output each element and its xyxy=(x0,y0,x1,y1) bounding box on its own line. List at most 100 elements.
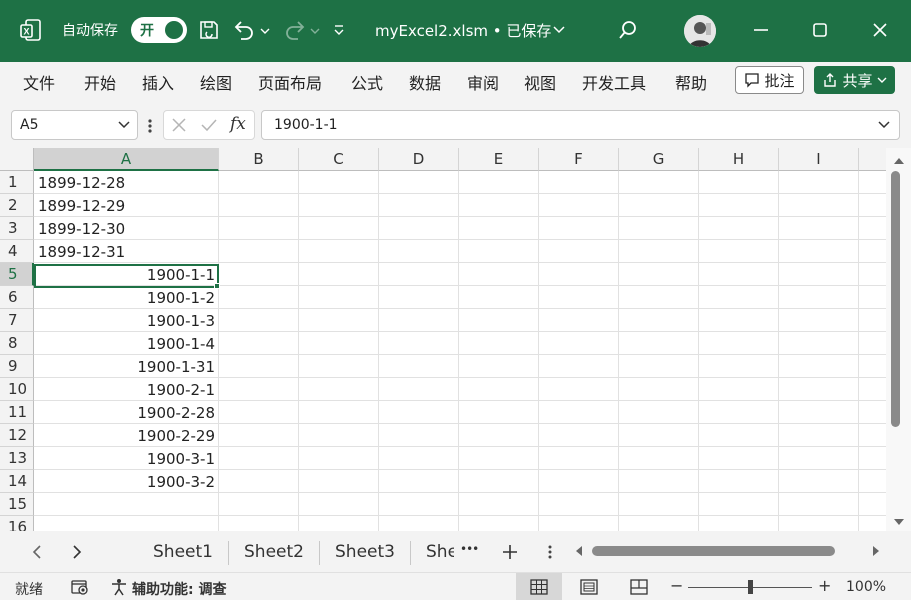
name-box[interactable]: A5 xyxy=(11,110,138,140)
row-header[interactable]: 14 xyxy=(0,470,34,493)
sheet-options-icon[interactable] xyxy=(547,544,553,560)
column-header-g[interactable]: G xyxy=(619,148,699,171)
tab-data[interactable]: 数据 xyxy=(409,70,441,94)
tab-page-layout[interactable]: 页面布局 xyxy=(258,70,322,94)
tab-view[interactable]: 视图 xyxy=(524,70,556,94)
cell-a8[interactable]: 1900-1-4 xyxy=(35,333,218,355)
scroll-right-icon[interactable] xyxy=(872,546,880,556)
row-header[interactable]: 12 xyxy=(0,424,34,447)
undo-icon[interactable] xyxy=(232,19,270,41)
customize-toolbar-icon[interactable] xyxy=(332,23,346,37)
page-layout-view-button[interactable] xyxy=(566,573,612,600)
macro-record-icon[interactable] xyxy=(71,578,89,596)
page-break-view-button[interactable] xyxy=(616,573,662,600)
tab-help[interactable]: 帮助 xyxy=(675,70,707,94)
column-header-j[interactable] xyxy=(859,148,886,171)
cancel-icon[interactable] xyxy=(171,117,187,133)
close-icon[interactable] xyxy=(869,19,891,41)
tab-file[interactable]: 文件 xyxy=(23,70,55,94)
row-header[interactable]: 16 xyxy=(0,516,34,531)
comments-button[interactable]: 批注 xyxy=(735,66,804,94)
accessibility-status[interactable]: 辅助功能: 调查 xyxy=(132,579,226,599)
tab-developer[interactable]: 开发工具 xyxy=(582,70,646,94)
column-header-e[interactable]: E xyxy=(459,148,539,171)
row-header[interactable]: 4 xyxy=(0,240,34,263)
maximize-icon[interactable] xyxy=(809,19,831,41)
active-cell-border[interactable] xyxy=(34,264,219,288)
excel-app-icon[interactable]: X xyxy=(20,19,42,43)
row-header[interactable]: 8 xyxy=(0,332,34,355)
sheet-tab-1[interactable]: Sheet1 xyxy=(153,542,213,562)
enter-icon[interactable] xyxy=(200,117,218,133)
cell-a7[interactable]: 1900-1-3 xyxy=(35,310,218,332)
tab-review[interactable]: 审阅 xyxy=(467,70,499,94)
cell-a6[interactable]: 1900-1-2 xyxy=(35,287,218,309)
search-icon[interactable] xyxy=(617,19,639,41)
horizontal-scroll-thumb[interactable] xyxy=(592,546,835,556)
zoom-out-button[interactable]: − xyxy=(670,576,683,595)
sheet-tab-3[interactable]: Sheet3 xyxy=(335,542,395,562)
sheet-tab-4[interactable]: She xyxy=(426,542,454,562)
fill-handle[interactable] xyxy=(214,283,220,289)
formula-input[interactable]: 1900-1-1 xyxy=(261,110,900,140)
cell-a9[interactable]: 1900-1-31 xyxy=(35,356,218,378)
select-all-corner[interactable] xyxy=(0,148,34,171)
column-header-h[interactable]: H xyxy=(699,148,779,171)
cell-a15[interactable] xyxy=(35,494,218,516)
chevron-down-icon[interactable] xyxy=(553,25,565,35)
avatar[interactable] xyxy=(684,15,716,47)
cell-a4[interactable]: 1899-12-31 xyxy=(35,241,218,263)
cell-a12[interactable]: 1900-2-29 xyxy=(35,425,218,447)
worksheet-grid[interactable]: A B C D E F G H I 1 2 3 4 5 6 7 8 9 10 1… xyxy=(0,148,886,531)
row-header[interactable]: 11 xyxy=(0,401,34,424)
more-sheets-icon[interactable]: ••• xyxy=(460,542,479,556)
row-header[interactable]: 13 xyxy=(0,447,34,470)
column-header-b[interactable]: B xyxy=(219,148,299,171)
cell-a13[interactable]: 1900-3-1 xyxy=(35,448,218,470)
redo-icon[interactable] xyxy=(282,19,320,41)
column-header-i[interactable]: I xyxy=(779,148,859,171)
zoom-slider-handle[interactable] xyxy=(748,580,753,594)
column-header-d[interactable]: D xyxy=(379,148,459,171)
row-header[interactable]: 7 xyxy=(0,309,34,332)
tab-draw[interactable]: 绘图 xyxy=(200,70,232,94)
cell-a10[interactable]: 1900-2-1 xyxy=(35,379,218,401)
tab-formulas[interactable]: 公式 xyxy=(351,70,383,94)
share-button[interactable]: 共享 xyxy=(814,66,895,94)
column-header-f[interactable]: F xyxy=(539,148,619,171)
save-icon[interactable] xyxy=(198,19,220,41)
scroll-down-icon[interactable] xyxy=(894,518,904,526)
row-header[interactable]: 15 xyxy=(0,493,34,516)
sheet-tab-2[interactable]: Sheet2 xyxy=(244,542,304,562)
row-header[interactable]: 10 xyxy=(0,378,34,401)
cell-a2[interactable]: 1899-12-29 xyxy=(35,195,218,217)
minimize-icon[interactable] xyxy=(750,19,772,41)
row-header[interactable]: 5 xyxy=(0,263,34,286)
cell-a14[interactable]: 1900-3-2 xyxy=(35,471,218,493)
cell-a11[interactable]: 1900-2-28 xyxy=(35,402,218,424)
expand-formula-bar-icon[interactable] xyxy=(877,119,891,131)
previous-sheet-icon[interactable] xyxy=(32,545,42,559)
scroll-up-icon[interactable] xyxy=(894,157,904,165)
autosave-toggle[interactable]: 开 xyxy=(131,17,187,43)
row-header[interactable]: 1 xyxy=(0,171,34,194)
insert-function-icon[interactable]: fx xyxy=(230,114,246,134)
normal-view-button[interactable] xyxy=(516,573,562,600)
row-header[interactable]: 9 xyxy=(0,355,34,378)
column-header-a[interactable]: A xyxy=(34,148,219,171)
zoom-in-button[interactable]: + xyxy=(818,576,831,595)
tab-home[interactable]: 开始 xyxy=(84,70,116,94)
cell-a3[interactable]: 1899-12-30 xyxy=(35,218,218,240)
column-header-c[interactable]: C xyxy=(299,148,379,171)
cell-a16[interactable] xyxy=(35,517,218,531)
more-options-icon[interactable] xyxy=(147,118,153,134)
accessibility-icon[interactable] xyxy=(110,578,128,596)
cell-a1[interactable]: 1899-12-28 xyxy=(35,172,218,194)
chevron-down-icon[interactable] xyxy=(117,119,131,131)
row-header[interactable]: 3 xyxy=(0,217,34,240)
zoom-level[interactable]: 100% xyxy=(846,579,886,595)
vertical-scroll-thumb[interactable] xyxy=(891,171,900,427)
document-title[interactable]: myExcel2.xlsm • 已保存 xyxy=(375,20,551,41)
row-header[interactable]: 2 xyxy=(0,194,34,217)
next-sheet-icon[interactable] xyxy=(72,545,82,559)
